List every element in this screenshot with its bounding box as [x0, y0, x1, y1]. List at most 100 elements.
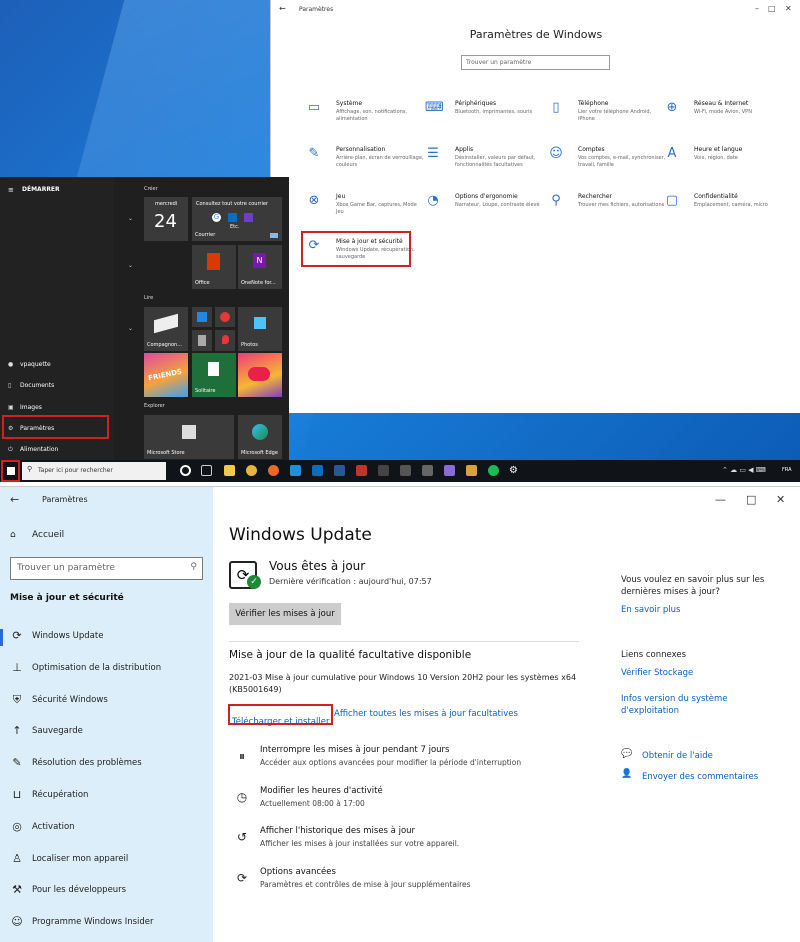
app-icon[interactable] — [444, 465, 455, 476]
nav-item-label: Optimisation de la distribution — [32, 662, 162, 673]
phone-companion-tile[interactable]: Compagnon... — [144, 307, 188, 351]
close-icon[interactable]: ✕ — [785, 4, 792, 13]
firefox-icon[interactable] — [268, 465, 279, 476]
skype-icon[interactable] — [290, 465, 301, 476]
app-icon[interactable] — [466, 465, 477, 476]
images-item[interactable]: ▣ Images — [8, 404, 42, 411]
power-item[interactable]: ⏻ Alimentation — [8, 446, 58, 454]
pause-icon: ⏸ — [238, 749, 245, 763]
photos-tile[interactable]: Photos — [238, 307, 282, 351]
settings-category-item[interactable]: ▢ Confidentialité Emplacement, caméra, mic… — [664, 193, 784, 233]
language-indicator[interactable]: FRA — [782, 467, 792, 473]
edge-tile[interactable]: Microsoft Edge — [238, 415, 282, 459]
groove-tile[interactable] — [215, 307, 235, 327]
update-option[interactable]: ◷ Modifier les heures d'activité Actuellem… — [229, 786, 579, 822]
onenote-tile[interactable]: N OneNote for... — [238, 245, 282, 289]
view-optional-updates-link[interactable]: Afficher toutes les mises à jour faculta… — [334, 709, 518, 719]
nav-search-input[interactable]: Trouver un paramètre ⚲ — [10, 557, 203, 580]
documents-item[interactable]: ▯ Documents — [8, 382, 54, 389]
chevron-down-icon[interactable]: ⌄ — [128, 325, 133, 332]
chevron-down-icon[interactable]: ⌄ — [128, 215, 133, 222]
settings-search-input[interactable]: Trouver un paramètre — [461, 55, 610, 70]
app-icon[interactable] — [378, 465, 389, 476]
home-link[interactable]: ⌂ Accueil — [10, 530, 64, 540]
settings-category-item[interactable]: ▯ Téléphone Lier votre téléphone Android, … — [548, 100, 668, 140]
candy-crush-friends-tile[interactable]: FRIENDS — [144, 353, 188, 397]
maximize-icon[interactable]: □ — [768, 4, 776, 13]
calculator-tile[interactable] — [192, 330, 212, 351]
gear-icon[interactable]: ⚙ — [508, 465, 519, 476]
os-info-link[interactable]: Infos version du système d'exploitation — [621, 693, 741, 717]
back-arrow-icon[interactable]: ← — [10, 493, 19, 506]
nav-item-label: Programme Windows Insider — [32, 917, 154, 928]
outlook-icon[interactable] — [312, 465, 323, 476]
nav-item[interactable]: ♙ Localiser mon appareil — [0, 849, 213, 873]
hamburger-icon[interactable]: ≡ — [8, 186, 14, 194]
settings-home-window: ← Paramètres – □ ✕ Paramètres de Windows… — [270, 0, 800, 413]
microsoft-store-tile[interactable]: Microsoft Store — [144, 415, 234, 459]
file-explorer-icon[interactable] — [224, 465, 235, 476]
check-updates-button[interactable]: Vérifier les mises à jour — [229, 603, 341, 625]
update-option[interactable]: ⏸ Interrompre les mises à jour pendant 7 … — [229, 745, 579, 781]
delivery-icon: ⊥ — [12, 660, 22, 674]
app-icon[interactable] — [422, 465, 433, 476]
nav-item[interactable]: ⚒ Pour les développeurs — [0, 880, 213, 904]
nav-item[interactable]: ☺ Programme Windows Insider — [0, 912, 213, 936]
document-icon: ▯ — [8, 382, 12, 389]
settings-category-item[interactable]: ⌨ Périphériques Bluetooth, imprimantes, so… — [425, 100, 545, 140]
settings-category-item[interactable]: ⊗ Jeu Xbox Game Bar, captures, Mode Jeu — [306, 193, 426, 233]
settings-category-item[interactable]: A Heure et langue Voix, région, date — [664, 146, 784, 186]
maps-tile[interactable] — [215, 330, 235, 351]
mail-tile[interactable]: Consultez tout votre courrier G Etc. Cou… — [192, 197, 282, 241]
chevron-down-icon[interactable]: ⌄ — [128, 262, 133, 269]
settings-category-item[interactable]: ✎ Personnalisation Arrière-plan, écran de … — [306, 146, 426, 186]
nav-item-label: Récupération — [32, 790, 89, 800]
back-arrow-icon[interactable]: ← — [279, 4, 286, 13]
spotify-icon[interactable] — [488, 465, 499, 476]
nav-item[interactable]: ✎ Résolution des problèmes — [0, 753, 213, 777]
apps-icon: ☰ — [427, 146, 439, 161]
nav-item[interactable]: ↑ Sauvegarde — [0, 721, 213, 745]
app-icon[interactable] — [400, 465, 411, 476]
task-view-icon[interactable] — [201, 465, 212, 476]
word-icon[interactable] — [334, 465, 345, 476]
nav-item[interactable]: ◎ Activation — [0, 817, 213, 841]
learn-more-link[interactable]: En savoir plus — [621, 604, 771, 616]
settings-category-item[interactable]: ▭ Système Affichage, son, notifications, a… — [306, 100, 426, 140]
settings-category-item[interactable]: ⚲ Rechercher Trouver mes fichiers, autoris… — [548, 193, 668, 233]
settings-category-item[interactable]: ◔ Options d'ergonomie Narrateur, Loupe, co… — [425, 193, 545, 233]
get-help-link[interactable]: Obtenir de l'aide — [642, 750, 792, 762]
close-icon[interactable]: ✕ — [776, 493, 785, 506]
send-feedback-link[interactable]: Envoyer des commentaires — [642, 771, 792, 783]
settings-category-item[interactable]: ⊕ Réseau & Internet Wi-Fi, mode Avion, VPN — [664, 100, 784, 140]
minimize-icon[interactable]: – — [755, 4, 759, 13]
settings-item[interactable]: ⚙ Paramètres — [8, 425, 54, 432]
update-option[interactable]: ⟳ Options avancées Paramètres et contrôles… — [229, 867, 579, 903]
nav-item[interactable]: ⊔ Récupération — [0, 785, 213, 809]
minimize-icon[interactable]: — — [715, 493, 726, 506]
cortana-icon[interactable] — [180, 465, 191, 476]
maximize-icon[interactable]: □ — [746, 493, 756, 506]
nav-item[interactable]: ⛨ Sécurité Windows — [0, 690, 213, 714]
download-install-link[interactable]: Télécharger et installer — [232, 717, 329, 727]
chrome-icon[interactable] — [246, 465, 257, 476]
start-button[interactable] — [1, 460, 20, 482]
taskbar: ⚲ Taper ici pour rechercher ⚙ ⌃ ☁ ▭ ◀ ⌨ … — [0, 460, 800, 482]
nav-item[interactable]: ⊥ Optimisation de la distribution — [0, 658, 213, 682]
nav-item[interactable]: ⟳ Windows Update — [0, 626, 213, 650]
filezilla-icon[interactable] — [356, 465, 367, 476]
user-account[interactable]: ● vpaquette — [8, 361, 51, 368]
update-option[interactable]: ↺ Afficher l'historique des mises à jour A… — [229, 826, 579, 862]
candy-crush-saga-tile[interactable] — [238, 353, 282, 397]
update-category-highlight — [301, 231, 411, 267]
movies-tile[interactable] — [192, 307, 212, 327]
settings-category-item[interactable]: ☰ Applis Désinstaller, valeurs par défaut,… — [425, 146, 545, 186]
taskbar-search-input[interactable]: ⚲ Taper ici pour rechercher — [22, 462, 166, 480]
settings-category-item[interactable]: ☺ Comptes Vos comptes, e-mail, synchronise… — [548, 146, 668, 186]
calendar-tile[interactable]: mercredi 24 — [144, 197, 188, 241]
feedback-icon: 👤 — [621, 769, 633, 779]
check-storage-link[interactable]: Vérifier Stockage — [621, 667, 771, 679]
solitaire-tile[interactable]: Solitaire — [192, 353, 236, 397]
tray-icons[interactable]: ⌃ ☁ ▭ ◀ ⌨ — [722, 466, 766, 474]
office-tile[interactable]: Office — [192, 245, 236, 289]
